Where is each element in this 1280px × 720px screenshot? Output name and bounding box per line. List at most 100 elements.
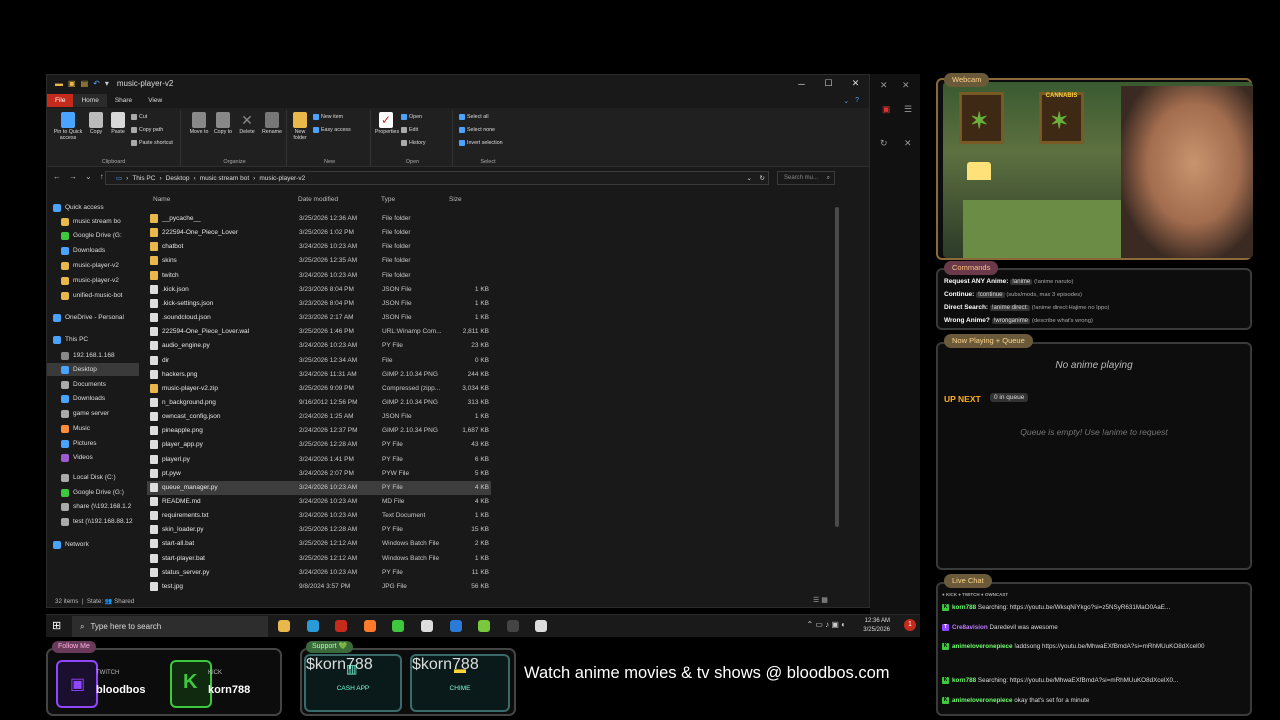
new-item-button[interactable]: New item <box>313 114 343 120</box>
nav-item[interactable]: Desktop <box>47 363 139 376</box>
copy-button[interactable]: Copy <box>87 112 105 135</box>
file-row[interactable]: n_background.png 9/16/2012 12:56 PM GIMP 2… <box>147 396 491 410</box>
chevron-right-icon[interactable]: › <box>126 175 128 182</box>
copy-path-button[interactable]: Copy path <box>131 127 163 133</box>
file-row[interactable]: .kick.json 3/23/2026 8:04 PM JSON File 1 KB <box>147 283 491 297</box>
refresh-icon[interactable]: ↻ <box>880 138 888 149</box>
address-dropdown-icon[interactable]: ⌄ <box>747 174 752 182</box>
file-row[interactable]: .soundcloud.json 3/23/2026 2:17 AM JSON Fi… <box>147 311 491 325</box>
file-row[interactable]: dir 3/25/2026 12:34 AM File 0 KB <box>147 354 491 368</box>
column-header-date[interactable]: Date modified <box>298 196 338 203</box>
file-row[interactable]: test.jpg 9/8/2024 3:57 PM JPG File 56 KB <box>147 580 491 594</box>
file-row[interactable]: README.md 3/24/2026 10:23 AM MD File 4 KB <box>147 495 491 509</box>
app-icon[interactable] <box>449 620 462 632</box>
file-row[interactable]: twitch 3/24/2026 10:23 AM File folder <box>147 269 491 283</box>
back-arrow-icon[interactable]: ← <box>53 172 61 181</box>
nav-item[interactable]: test (\\192.168.88.12 <box>47 515 139 528</box>
terminal-icon[interactable] <box>506 620 519 632</box>
file-row[interactable]: skin_loader.py 3/25/2026 12:28 AM PY File 1… <box>147 523 491 537</box>
tab-home[interactable]: Home <box>73 94 107 107</box>
scrollbar-thumb[interactable] <box>835 207 839 527</box>
file-row[interactable]: start-all.bat 3/25/2026 12:12 AM Windows B… <box>147 537 491 551</box>
file-row[interactable]: owncast_config.json 2/24/2026 1:25 AM JSON… <box>147 410 491 424</box>
firefox-icon[interactable] <box>363 620 376 632</box>
file-row[interactable]: chatbot 3/24/2026 10:23 AM File folder <box>147 240 491 254</box>
tab-view[interactable]: View <box>140 94 170 107</box>
undo-icon[interactable]: ↶ <box>93 79 100 88</box>
delete-button[interactable]: ✕ Delete <box>237 112 257 135</box>
file-row[interactable]: pineapple.png 2/24/2026 12:37 PM GIMP 2.10… <box>147 424 491 438</box>
nav-item[interactable]: OneDrive - Personal <box>47 311 139 324</box>
copy-to-button[interactable]: Copy to <box>213 112 233 135</box>
nav-item[interactable]: Pictures <box>47 437 139 450</box>
nav-item[interactable]: Downloads <box>47 392 139 405</box>
cut-button[interactable]: Cut <box>131 114 147 120</box>
breadcrumb-item[interactable]: This PC <box>132 175 155 182</box>
nav-item[interactable]: Documents <box>47 378 139 391</box>
file-icon[interactable] <box>535 620 548 632</box>
notepadpp-icon[interactable] <box>478 620 491 632</box>
open-button[interactable]: Open <box>401 114 422 120</box>
nav-item[interactable]: Quick access <box>47 201 139 214</box>
file-row[interactable]: __pycache__ 3/25/2026 12:36 AM File folder <box>147 212 491 226</box>
new-folder-icon[interactable]: ▤ <box>81 79 89 88</box>
taskbar-search[interactable]: ⌕ Type here to search <box>72 616 268 637</box>
nav-item[interactable]: Local Disk (C:) <box>47 471 139 484</box>
paste-shortcut-button[interactable]: Paste shortcut <box>131 140 173 146</box>
forward-arrow-icon[interactable]: → <box>69 172 77 181</box>
edge-icon[interactable] <box>306 620 319 632</box>
file-row[interactable]: audio_engine.py 3/24/2026 10:23 AM PY File… <box>147 339 491 353</box>
nav-item[interactable]: Downloads <box>47 244 139 257</box>
column-header-size[interactable]: Size <box>449 196 462 203</box>
chevron-right-icon[interactable]: › <box>193 175 195 182</box>
pin-quick-access-button[interactable]: Pin to Quick access <box>51 112 85 141</box>
nav-item[interactable]: music-player-v2 <box>47 259 139 272</box>
nav-item[interactable]: music-player-v2 <box>47 274 139 287</box>
qa-dropdown-icon[interactable]: ▾ <box>105 79 109 88</box>
breadcrumb-item[interactable]: music stream bot <box>200 175 250 182</box>
new-folder-button[interactable]: New folder <box>291 112 309 141</box>
tab-share[interactable]: Share <box>107 94 140 107</box>
menu-icon[interactable]: ☰ <box>904 104 912 115</box>
file-row[interactable]: 222594-One_Piece_Lover 3/25/2026 1:02 PM F… <box>147 226 491 240</box>
chevron-right-icon[interactable]: › <box>253 175 255 182</box>
invert-selection-button[interactable]: Invert selection <box>459 140 503 146</box>
notification-badge[interactable]: 1 <box>904 619 916 631</box>
nav-item[interactable]: music stream bo <box>47 215 139 228</box>
select-none-button[interactable]: Select none <box>459 127 495 133</box>
kick-username[interactable]: korn788 <box>208 684 250 696</box>
properties-button[interactable]: ✓ Properties <box>375 112 399 135</box>
column-header-name[interactable]: Name <box>153 196 170 203</box>
edit-button[interactable]: Edit <box>401 127 418 133</box>
select-all-button[interactable]: Select all <box>459 114 489 120</box>
minimize-button[interactable]: ─ <box>788 75 815 92</box>
address-bar[interactable]: ▭ › This PC › Desktop › music stream bot… <box>105 171 769 185</box>
file-row[interactable]: .kick-settings.json 3/23/2026 8:04 PM JSON… <box>147 297 491 311</box>
file-explorer-icon[interactable] <box>278 620 290 632</box>
paste-button[interactable]: Paste <box>109 112 127 135</box>
app-icon[interactable] <box>392 620 405 632</box>
nav-item[interactable]: This PC <box>47 333 139 346</box>
details-view-icon[interactable]: ☰ <box>813 597 819 604</box>
nav-item[interactable]: game server <box>47 407 139 420</box>
breadcrumb-item[interactable]: music-player-v2 <box>259 175 305 182</box>
breadcrumb-item[interactable]: Desktop <box>166 175 190 182</box>
nav-item[interactable]: share (\\192.168.1.2 <box>47 500 139 513</box>
app-icon[interactable] <box>335 620 348 632</box>
recent-dropdown-icon[interactable]: ⌄ <box>85 172 92 181</box>
rename-button[interactable]: Rename <box>261 112 283 135</box>
tab-file[interactable]: File <box>47 94 74 107</box>
search-box[interactable]: Search mu... ⌕ <box>777 171 835 185</box>
up-arrow-icon[interactable]: ↑ <box>100 172 104 181</box>
file-row[interactable]: queue_manager.py 3/24/2026 10:23 AM PY Fil… <box>147 480 491 495</box>
file-row[interactable]: 222594-One_Piece_Lover.wal 3/25/2026 1:46… <box>147 325 491 339</box>
file-row[interactable]: start-player.bat 3/25/2026 12:12 AM Window… <box>147 552 491 566</box>
file-row[interactable]: requirements.txt 3/24/2026 10:23 AM Text D… <box>147 509 491 523</box>
history-button[interactable]: History <box>401 140 425 146</box>
file-row[interactable]: playerl.py 3/24/2026 1:41 PM PY File 6 KB <box>147 453 491 467</box>
nav-item[interactable]: 192.168.1.168 <box>47 349 139 362</box>
nav-item[interactable]: Google Drive (G:) <box>47 486 139 499</box>
maximize-button[interactable]: ☐ <box>815 75 842 92</box>
properties-icon[interactable]: ▣ <box>68 79 76 88</box>
close-icon[interactable]: ✕ <box>902 80 910 91</box>
